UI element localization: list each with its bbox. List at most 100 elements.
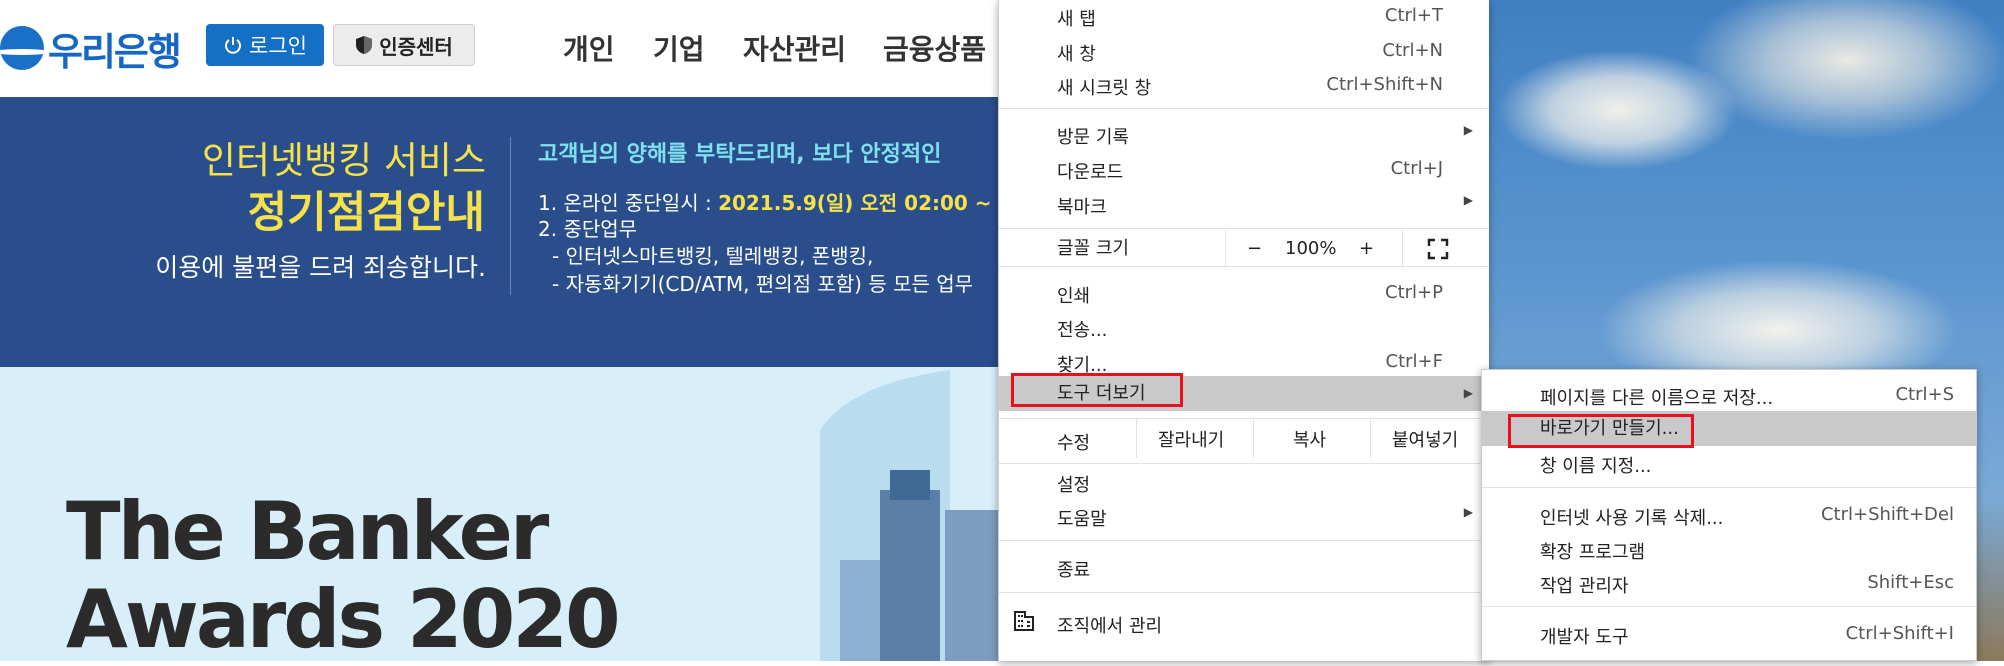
menu-settings[interactable]: 설정	[999, 471, 1489, 501]
nav-financial-products[interactable]: 금융상품	[883, 28, 986, 68]
paste-button[interactable]: 붙여넣기	[1392, 426, 1458, 452]
submenu-save-page-label: 페이지를 다른 이름으로 저장...	[1540, 388, 1774, 409]
menu-divider	[1402, 230, 1403, 268]
highlight-box-create-shortcut	[1508, 414, 1694, 448]
submenu-clear-data-label: 인터넷 사용 기록 삭제...	[1540, 508, 1724, 529]
menu-edit-label: 수정	[1057, 433, 1091, 454]
woori-bank-logo[interactable]: 우리은행	[0, 22, 182, 74]
submenu-task-manager[interactable]: 작업 관리자 Shift+Esc	[1482, 572, 1976, 602]
submenu-name-window-label: 창 이름 지정...	[1540, 456, 1652, 477]
submenu-task-manager-shortcut: Shift+Esc	[1867, 572, 1954, 593]
submenu-extensions-label: 확장 프로그램	[1540, 542, 1646, 563]
menu-history-label: 방문 기록	[1057, 127, 1129, 148]
building-illustration	[820, 370, 1000, 661]
submenu-save-page[interactable]: 페이지를 다른 이름으로 저장... Ctrl+S	[1482, 384, 1976, 414]
menu-new-tab-shortcut: Ctrl+T	[1384, 5, 1443, 26]
fullscreen-icon[interactable]	[1427, 238, 1449, 260]
menu-new-window-label: 새 창	[1057, 44, 1096, 65]
login-button[interactable]: 로그인	[206, 24, 324, 66]
menu-incognito-shortcut: Ctrl+Shift+N	[1326, 74, 1443, 95]
zoom-in-button[interactable]: +	[1359, 238, 1374, 259]
menu-edit-row: 수정 잘라내기 복사 붙여넣기	[999, 418, 1489, 458]
submenu-clear-data-shortcut: Ctrl+Shift+Del	[1820, 504, 1954, 525]
menu-divider	[1136, 418, 1137, 458]
submenu-name-window[interactable]: 창 이름 지정...	[1482, 452, 1976, 482]
menu-print-shortcut: Ctrl+P	[1385, 282, 1443, 303]
banner-divider	[510, 137, 511, 295]
menu-new-tab[interactable]: 새 탭 Ctrl+T	[999, 5, 1489, 35]
submenu-dev-tools-label: 개발자 도구	[1540, 627, 1629, 648]
banner-item2a: - 인터넷스마트뱅킹, 텔레뱅킹, 폰뱅킹,	[552, 244, 874, 268]
nav-personal[interactable]: 개인	[563, 28, 615, 68]
building-icon	[1014, 611, 1034, 631]
menu-incognito[interactable]: 새 시크릿 창 Ctrl+Shift+N	[999, 74, 1489, 104]
menu-separator	[999, 592, 1489, 593]
banner-item2b: - 자동화기기(CD/ATM, 편의점 포함) 등 모든 업무	[552, 272, 974, 296]
menu-font-size-label: 글꼴 크기	[1057, 238, 1129, 259]
menu-downloads-shortcut: Ctrl+J	[1390, 158, 1443, 179]
banner-item2: 2. 중단업무	[538, 217, 638, 241]
menu-cast[interactable]: 전송...	[999, 316, 1489, 346]
menu-print-label: 인쇄	[1057, 286, 1091, 307]
submenu-dev-tools-shortcut: Ctrl+Shift+I	[1845, 623, 1954, 644]
menu-bookmarks-label: 북마크	[1057, 197, 1107, 218]
menu-separator	[999, 463, 1489, 464]
submenu-arrow-icon: ▶	[1463, 123, 1473, 137]
menu-help-label: 도움말	[1057, 509, 1107, 530]
banner-service-title: 인터넷뱅킹 서비스	[201, 139, 486, 182]
menu-separator	[999, 108, 1489, 109]
menu-managed-by-org[interactable]: 조직에서 관리	[999, 611, 1489, 642]
cert-center-button[interactable]: 인증센터	[333, 24, 475, 66]
menu-separator	[1482, 487, 1976, 488]
menu-help[interactable]: 도움말 ▶	[999, 505, 1489, 535]
menu-downloads-label: 다운로드	[1057, 162, 1124, 183]
banner-item1-label: 1. 온라인 중단일시 :	[538, 191, 719, 215]
submenu-arrow-icon: ▶	[1463, 505, 1473, 519]
submenu-dev-tools[interactable]: 개발자 도구 Ctrl+Shift+I	[1482, 623, 1976, 653]
zoom-out-button[interactable]: −	[1247, 238, 1262, 259]
menu-new-window[interactable]: 새 창 Ctrl+N	[999, 40, 1489, 70]
menu-bookmarks[interactable]: 북마크 ▶	[999, 193, 1489, 223]
submenu-extensions[interactable]: 확장 프로그램	[1482, 538, 1976, 568]
submenu-arrow-icon: ▶	[1463, 386, 1473, 400]
shield-icon	[356, 36, 373, 54]
menu-downloads[interactable]: 다운로드 Ctrl+J	[999, 158, 1489, 188]
menu-settings-label: 설정	[1057, 475, 1091, 496]
nav-corporate[interactable]: 기업	[653, 28, 705, 68]
menu-print[interactable]: 인쇄 Ctrl+P	[999, 282, 1489, 312]
menu-new-window-shortcut: Ctrl+N	[1382, 40, 1443, 61]
menu-divider	[1253, 418, 1254, 458]
zoom-level: 100%	[1285, 238, 1337, 259]
submenu-save-page-shortcut: Ctrl+S	[1895, 384, 1954, 405]
menu-exit-label: 종료	[1057, 560, 1091, 581]
nav-asset-management[interactable]: 자산관리	[743, 28, 846, 68]
menu-cast-label: 전송...	[1057, 320, 1108, 341]
banner-apology: 이용에 불편을 드려 죄송합니다.	[155, 253, 486, 282]
menu-exit[interactable]: 종료	[999, 556, 1489, 586]
menu-divider	[1370, 418, 1371, 458]
banner-notice-head: 고객님의 양해를 부탁드리며, 보다 안정적인	[538, 142, 942, 167]
banner-main-title: 정기점검안내	[247, 188, 485, 238]
submenu-clear-data[interactable]: 인터넷 사용 기록 삭제... Ctrl+Shift+Del	[1482, 504, 1976, 534]
cut-button[interactable]: 잘라내기	[1158, 426, 1224, 452]
highlight-box-more-tools	[1011, 373, 1183, 407]
submenu-task-manager-label: 작업 관리자	[1540, 576, 1629, 597]
power-icon	[225, 37, 241, 54]
browser-context-menu: 새 탭 Ctrl+T 새 창 Ctrl+N 새 시크릿 창 Ctrl+Shift…	[998, 0, 1489, 661]
menu-new-tab-label: 새 탭	[1057, 9, 1096, 30]
submenu-arrow-icon: ▶	[1463, 193, 1473, 207]
menu-separator	[1482, 606, 1976, 607]
cert-label: 인증센터	[379, 34, 453, 59]
menu-managed-label: 조직에서 관리	[1057, 616, 1163, 637]
logo-text: 우리은행	[48, 29, 182, 74]
menu-separator	[999, 540, 1489, 541]
menu-history[interactable]: 방문 기록 ▶	[999, 123, 1489, 153]
copy-button[interactable]: 복사	[1293, 426, 1326, 452]
menu-separator	[999, 266, 1489, 267]
menu-incognito-label: 새 시크릿 창	[1057, 78, 1152, 99]
menu-find-shortcut: Ctrl+F	[1385, 351, 1443, 372]
menu-font-size-row: 글꼴 크기 − 100% +	[999, 230, 1489, 274]
menu-separator	[999, 418, 1489, 419]
menu-divider	[1225, 230, 1226, 268]
promo-title: The Banker Awards 2020	[66, 485, 621, 666]
